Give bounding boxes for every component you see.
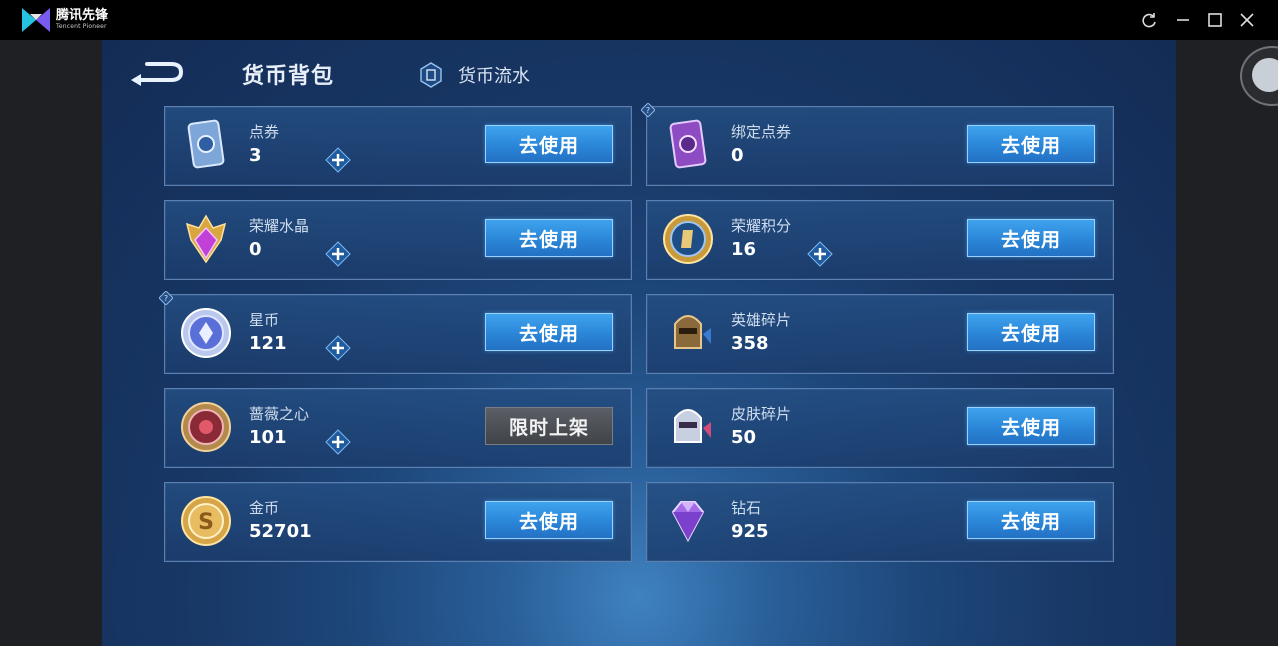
glory-points-icon xyxy=(663,214,713,264)
gold-coin-icon: S xyxy=(181,496,231,546)
use-button[interactable]: 去使用 xyxy=(967,313,1095,351)
currency-value: 3 xyxy=(249,145,262,166)
currency-card-bound-coupon: ? 绑定点券 0 去使用 xyxy=(641,103,1114,186)
add-icon[interactable] xyxy=(807,241,833,267)
use-button[interactable]: 去使用 xyxy=(967,407,1095,445)
currency-name: 英雄碎片 xyxy=(731,311,792,329)
add-icon[interactable] xyxy=(325,147,351,173)
use-button[interactable]: 去使用 xyxy=(485,125,613,163)
currency-name: 钻石 xyxy=(731,499,762,517)
add-icon[interactable] xyxy=(325,429,351,455)
app-name: 腾讯先锋 xyxy=(56,8,109,23)
currency-card-coupon: 点券 3 去使用 xyxy=(164,106,632,186)
currency-name: 金币 xyxy=(249,499,280,517)
currency-flow-icon[interactable] xyxy=(420,62,442,88)
currency-value: 925 xyxy=(731,521,769,542)
help-icon[interactable]: ? xyxy=(159,291,173,305)
currency-name: 荣耀水晶 xyxy=(249,217,310,235)
currency-value: 50 xyxy=(731,427,757,448)
currency-name: 点券 xyxy=(249,123,280,141)
hero-fragment-icon xyxy=(674,315,711,349)
floating-menu-icon xyxy=(1252,58,1278,92)
currency-card-glory-crystal: 荣耀水晶 0 去使用 xyxy=(164,200,632,280)
limited-time-button[interactable]: 限时上架 xyxy=(485,407,613,445)
minimize-icon[interactable] xyxy=(1174,11,1192,29)
currency-name: 绑定点券 xyxy=(731,123,792,141)
tab-currency-wallet[interactable]: 货币背包 xyxy=(242,58,334,90)
currency-value: 121 xyxy=(249,333,287,354)
app-subtitle: Tencent Pioneer xyxy=(56,23,107,30)
bound-coupon-icon xyxy=(669,119,707,169)
skin-fragment-icon xyxy=(674,409,711,443)
game-screen: 货币背包 货币流水 点券 3 去使用 ? 绑定点券 0 去使用 荣耀水晶 0 去… xyxy=(102,40,1176,646)
rose-heart-icon xyxy=(181,402,231,452)
help-icon[interactable]: ? xyxy=(641,103,655,117)
currency-value: 52701 xyxy=(249,521,312,542)
back-arrow-icon[interactable] xyxy=(129,58,185,88)
currency-name: 皮肤碎片 xyxy=(731,405,792,423)
currency-name: 荣耀积分 xyxy=(731,217,792,235)
currency-card-diamond: 钻石 925 去使用 xyxy=(646,482,1114,562)
svg-text:S: S xyxy=(198,510,214,535)
close-icon[interactable] xyxy=(1238,11,1256,29)
add-icon[interactable] xyxy=(325,335,351,361)
star-coin-icon xyxy=(181,308,231,358)
currency-name: 蔷薇之心 xyxy=(249,405,310,423)
currency-card-rose-heart: 蔷薇之心 101 限时上架 xyxy=(164,388,632,468)
left-margin xyxy=(0,40,102,646)
currency-card-skin-fragment: 皮肤碎片 50 去使用 xyxy=(646,388,1114,468)
use-button[interactable]: 去使用 xyxy=(485,219,613,257)
use-button[interactable]: 去使用 xyxy=(967,125,1095,163)
currency-value: 101 xyxy=(249,427,287,448)
tab-currency-flow[interactable]: 货币流水 xyxy=(458,62,530,88)
currency-value: 16 xyxy=(731,239,757,260)
currency-name: 星币 xyxy=(249,311,280,329)
use-button[interactable]: 去使用 xyxy=(485,501,613,539)
currency-card-hero-fragment: 英雄碎片 358 去使用 xyxy=(646,294,1114,374)
svg-text:?: ? xyxy=(164,294,168,303)
use-button[interactable]: 去使用 xyxy=(485,313,613,351)
right-margin xyxy=(1176,40,1278,646)
currency-card-glory-points: 荣耀积分 16 去使用 xyxy=(646,200,1114,280)
add-icon[interactable] xyxy=(325,241,351,267)
currency-value: 0 xyxy=(249,239,262,260)
currency-card-star-coin: ? 星币 121 去使用 xyxy=(159,291,632,374)
tencent-pioneer-logo xyxy=(22,8,50,32)
currency-card-gold-coin: S 金币 52701 去使用 xyxy=(164,482,632,562)
currency-value: 358 xyxy=(731,333,769,354)
app-titlebar: 腾讯先锋 Tencent Pioneer xyxy=(0,0,1278,40)
currency-value: 0 xyxy=(731,145,744,166)
use-button[interactable]: 去使用 xyxy=(967,219,1095,257)
coupon-card-icon xyxy=(187,119,225,169)
refresh-icon[interactable] xyxy=(1140,11,1158,29)
glory-crystal-icon xyxy=(185,214,227,264)
maximize-icon[interactable] xyxy=(1206,11,1224,29)
use-button[interactable]: 去使用 xyxy=(967,501,1095,539)
diamond-icon xyxy=(671,501,705,543)
svg-text:?: ? xyxy=(646,106,650,115)
